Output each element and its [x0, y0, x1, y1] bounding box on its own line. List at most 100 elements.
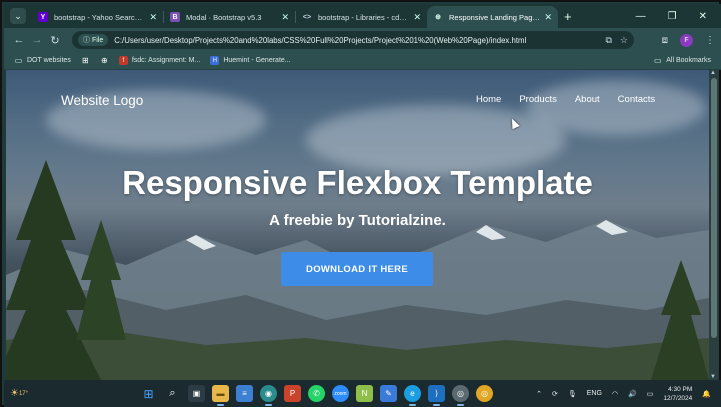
site-nav: Home Products About Contacts	[476, 94, 655, 105]
site-logo[interactable]: Website Logo	[61, 93, 143, 108]
reload-icon[interactable]: ↻	[46, 34, 64, 47]
clock-time: 4:30 PM	[668, 385, 693, 393]
pine-trees-right	[651, 260, 709, 380]
notification-bell-icon[interactable]: 🔔	[702, 390, 711, 398]
minimize-icon[interactable]: —	[636, 11, 646, 22]
bookmark-globe[interactable]: ⊕	[100, 56, 109, 65]
window-controls: — ❐ ✕	[636, 11, 721, 22]
volume-icon[interactable]: 🔊	[628, 390, 637, 398]
weather-sun-icon: ☀	[9, 388, 19, 399]
folder-icon: ▭	[14, 56, 23, 65]
tab-bootstrap-modal[interactable]: B Modal · Bootstrap v5.3 ✕	[164, 6, 295, 28]
profile-avatar[interactable]: F	[680, 33, 693, 47]
microphone-icon[interactable]: 🎙	[568, 390, 577, 398]
tab-landing-page[interactable]: ⊕ Responsive Landing Page Temp ✕	[427, 6, 558, 28]
new-tab-button[interactable]: +	[564, 9, 572, 24]
toolbar-right: ⧈ F ⋮	[662, 33, 715, 47]
close-tab-icon[interactable]: ✕	[149, 12, 157, 23]
bookmark-apps[interactable]: ⊞	[81, 56, 90, 65]
wifi-icon[interactable]: ◠	[612, 390, 618, 398]
extensions-icon[interactable]: ⧈	[662, 35, 668, 46]
tab-title: bootstrap - Libraries - cdnjs - T	[318, 12, 409, 22]
language-indicator[interactable]: ENG	[587, 390, 602, 397]
bookmark-label: DOT websites	[27, 57, 71, 64]
all-bookmarks-label: All Bookmarks	[666, 57, 711, 64]
notepad-plus-icon[interactable]: N	[356, 385, 373, 402]
scroll-up-icon[interactable]: ▲	[710, 70, 716, 76]
restore-icon[interactable]: ❐	[668, 11, 677, 22]
zoom-icon[interactable]: zoom	[332, 385, 349, 402]
task-view-icon[interactable]: ▣	[188, 385, 205, 402]
nav-link-products[interactable]: Products	[519, 94, 557, 105]
notepad-icon[interactable]: ≡	[236, 385, 253, 402]
nav-link-about[interactable]: About	[575, 94, 600, 105]
search-icon[interactable]: ⌕	[164, 385, 181, 402]
address-bar[interactable]: ⓘ File C:/Users/user/Desktop/Projects%20…	[72, 31, 634, 49]
background-cloud	[526, 80, 706, 135]
apps-grid-icon: ⊞	[81, 56, 89, 65]
scheme-label: File	[91, 37, 104, 44]
hero-title: Responsive Flexbox Template	[122, 164, 593, 201]
close-tab-icon[interactable]: ✕	[413, 12, 421, 23]
globe-favicon-icon: ⊕	[435, 14, 441, 21]
tab-search-icon[interactable]: ⌄	[10, 8, 26, 24]
download-button[interactable]: DOWNLOAD IT HERE	[281, 252, 433, 286]
chrome-icon[interactable]: ◎	[476, 385, 493, 402]
taskbar-apps: ⊞ ⌕ ▣ ▬ ≡ ◉ P ✆ zoom N ✎ e ⟩ ◎ ◎	[140, 385, 493, 406]
tab-title: Modal · Bootstrap v5.3	[186, 12, 262, 22]
folder-icon: ▭	[653, 56, 662, 65]
battery-icon[interactable]: ▭	[647, 390, 654, 398]
nav-link-contacts[interactable]: Contacts	[618, 94, 656, 105]
menu-kebab-icon[interactable]: ⋮	[705, 35, 715, 46]
clock-date: 12/7/2024	[663, 394, 693, 402]
chevron-up-icon[interactable]: ⌃	[536, 390, 542, 398]
bookmark-dot-websites[interactable]: ▭ DOT websites	[14, 56, 71, 65]
whatsapp-icon[interactable]: ✆	[308, 385, 325, 402]
page-viewport: Website Logo Home Products About Contact…	[6, 70, 709, 380]
huemint-icon: H	[210, 56, 220, 65]
bookmarks-bar: ▭ DOT websites ⊞ ⊕ f fsdc: Assignment: M…	[4, 52, 721, 70]
close-window-icon[interactable]: ✕	[699, 11, 707, 22]
scrollbar-thumb[interactable]	[711, 78, 717, 338]
weather-temp: 17°	[18, 390, 29, 397]
clock[interactable]: 4:30 PM 12/7/2024	[663, 385, 692, 403]
yahoo-favicon-icon: Y	[38, 12, 48, 22]
all-bookmarks-button[interactable]: ▭ All Bookmarks	[653, 56, 711, 65]
nav-link-home[interactable]: Home	[476, 94, 501, 105]
bookmark-star-icon[interactable]: ☆	[620, 35, 628, 46]
start-windows-icon[interactable]: ⊞	[140, 385, 157, 402]
back-arrow-icon[interactable]: ←	[10, 34, 28, 46]
sync-icon[interactable]: ⟳	[552, 390, 558, 398]
bookmark-label: Huemint - Generate...	[223, 57, 291, 64]
powerpoint-icon[interactable]: P	[284, 385, 301, 402]
bookmark-huemint[interactable]: H Huemint - Generate...	[210, 56, 291, 65]
hero-subtitle: A freebie by Tutorialzine.	[269, 212, 446, 229]
url-text[interactable]: C:/Users/user/Desktop/Projects%20and%20l…	[114, 36, 597, 45]
edge-icon[interactable]: e	[404, 385, 421, 406]
forward-arrow-icon[interactable]: →	[28, 34, 46, 46]
bookmark-fsdc[interactable]: f fsdc: Assignment: M...	[118, 56, 201, 65]
bootstrap-favicon-icon: B	[170, 12, 180, 22]
file-explorer-icon[interactable]: ▬	[212, 385, 229, 406]
tab-title: Responsive Landing Page Temp	[449, 12, 540, 22]
system-tray: ⌃ ⟳ 🎙 ENG ◠ 🔊 ▭ 4:30 PM 12/7/2024 🔔	[536, 385, 711, 403]
browser-globe-icon[interactable]: ◉	[260, 385, 277, 406]
windows-taskbar: ☀ 17° ⊞ ⌕ ▣ ▬ ≡ ◉ P ✆ zoom N ✎ e ⟩ ◎ ◎ ⌃…	[4, 380, 721, 407]
tab-cdnjs[interactable]: <> bootstrap - Libraries - cdnjs - T ✕	[296, 6, 427, 28]
translate-icon[interactable]: ⧉	[605, 35, 611, 46]
screen-frame: ⌄ Y bootstrap - Yahoo Search Resu ✕ B Mo…	[0, 0, 721, 407]
page-scrollbar[interactable]: ▲ ▼	[709, 70, 719, 380]
tab-strip: ⌄ Y bootstrap - Yahoo Search Resu ✕ B Mo…	[4, 4, 721, 28]
weather-widget[interactable]: ☀ 17°	[4, 388, 34, 399]
close-tab-icon[interactable]: ✕	[281, 12, 289, 23]
close-tab-icon[interactable]: ✕	[544, 12, 552, 23]
site-info-chip[interactable]: ⓘ File	[78, 34, 109, 46]
tab-title: bootstrap - Yahoo Search Resu	[54, 12, 145, 22]
browser-toolbar: ← → ↻ ⓘ File C:/Users/user/Desktop/Proje…	[4, 28, 721, 52]
vscode-icon[interactable]: ⟩	[428, 385, 445, 406]
tab-yahoo-search[interactable]: Y bootstrap - Yahoo Search Resu ✕	[32, 6, 163, 28]
chrome-dev-icon[interactable]: ◎	[452, 385, 469, 406]
fsdc-icon: f	[118, 56, 128, 65]
bookmark-label: fsdc: Assignment: M...	[131, 57, 201, 64]
paint-icon[interactable]: ✎	[380, 385, 397, 402]
